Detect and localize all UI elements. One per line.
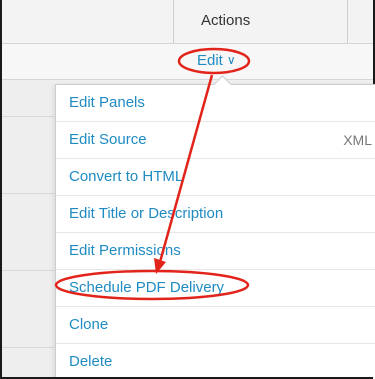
edit-dropdown-button[interactable]: Edit ∨: [197, 52, 236, 69]
menu-item-edit-permissions[interactable]: Edit Permissions: [56, 233, 375, 270]
menu-item-edit-panels[interactable]: Edit Panels: [56, 85, 375, 122]
edit-button-label: Edit: [197, 52, 223, 69]
column-divider: [173, 0, 174, 43]
menu-item-label: Edit Panels: [69, 94, 145, 111]
actions-column-header: Actions: [201, 12, 251, 29]
menu-item-convert-to-html[interactable]: Convert to HTML: [56, 159, 375, 196]
chevron-down-icon: ∨: [226, 53, 236, 67]
row-divider: [2, 193, 54, 194]
menu-item-label: Delete: [69, 353, 113, 370]
menu-item-clone[interactable]: Clone: [56, 307, 375, 344]
row-divider: [2, 347, 54, 348]
menu-item-label: Edit Permissions: [69, 242, 181, 259]
row-divider: [2, 116, 54, 117]
table-row: [2, 44, 373, 80]
table-header-row: Actions: [2, 0, 373, 44]
screenshot-frame: Actions Edit ∨ Edit Panels Edit Source XML…: [0, 0, 375, 379]
menu-item-edit-source[interactable]: Edit Source XML: [56, 122, 375, 159]
menu-item-suffix: XML: [343, 132, 372, 148]
background-table-rows: [2, 80, 54, 377]
row-divider: [2, 270, 54, 271]
menu-item-edit-title-or-description[interactable]: Edit Title or Description: [56, 196, 375, 233]
menu-item-label: Clone: [69, 316, 109, 333]
menu-item-label: Convert to HTML: [69, 168, 184, 185]
edit-dropdown-menu: Edit Panels Edit Source XML Convert to HT…: [55, 75, 375, 379]
menu-item-label: Edit Title or Description: [69, 205, 224, 222]
menu-item-delete[interactable]: Delete: [56, 344, 375, 379]
menu-item-label: Schedule PDF Delivery: [69, 279, 225, 296]
column-divider: [347, 0, 348, 43]
menu-item-schedule-pdf-delivery[interactable]: Schedule PDF Delivery: [56, 270, 375, 307]
menu-item-label: Edit Source: [69, 131, 147, 148]
